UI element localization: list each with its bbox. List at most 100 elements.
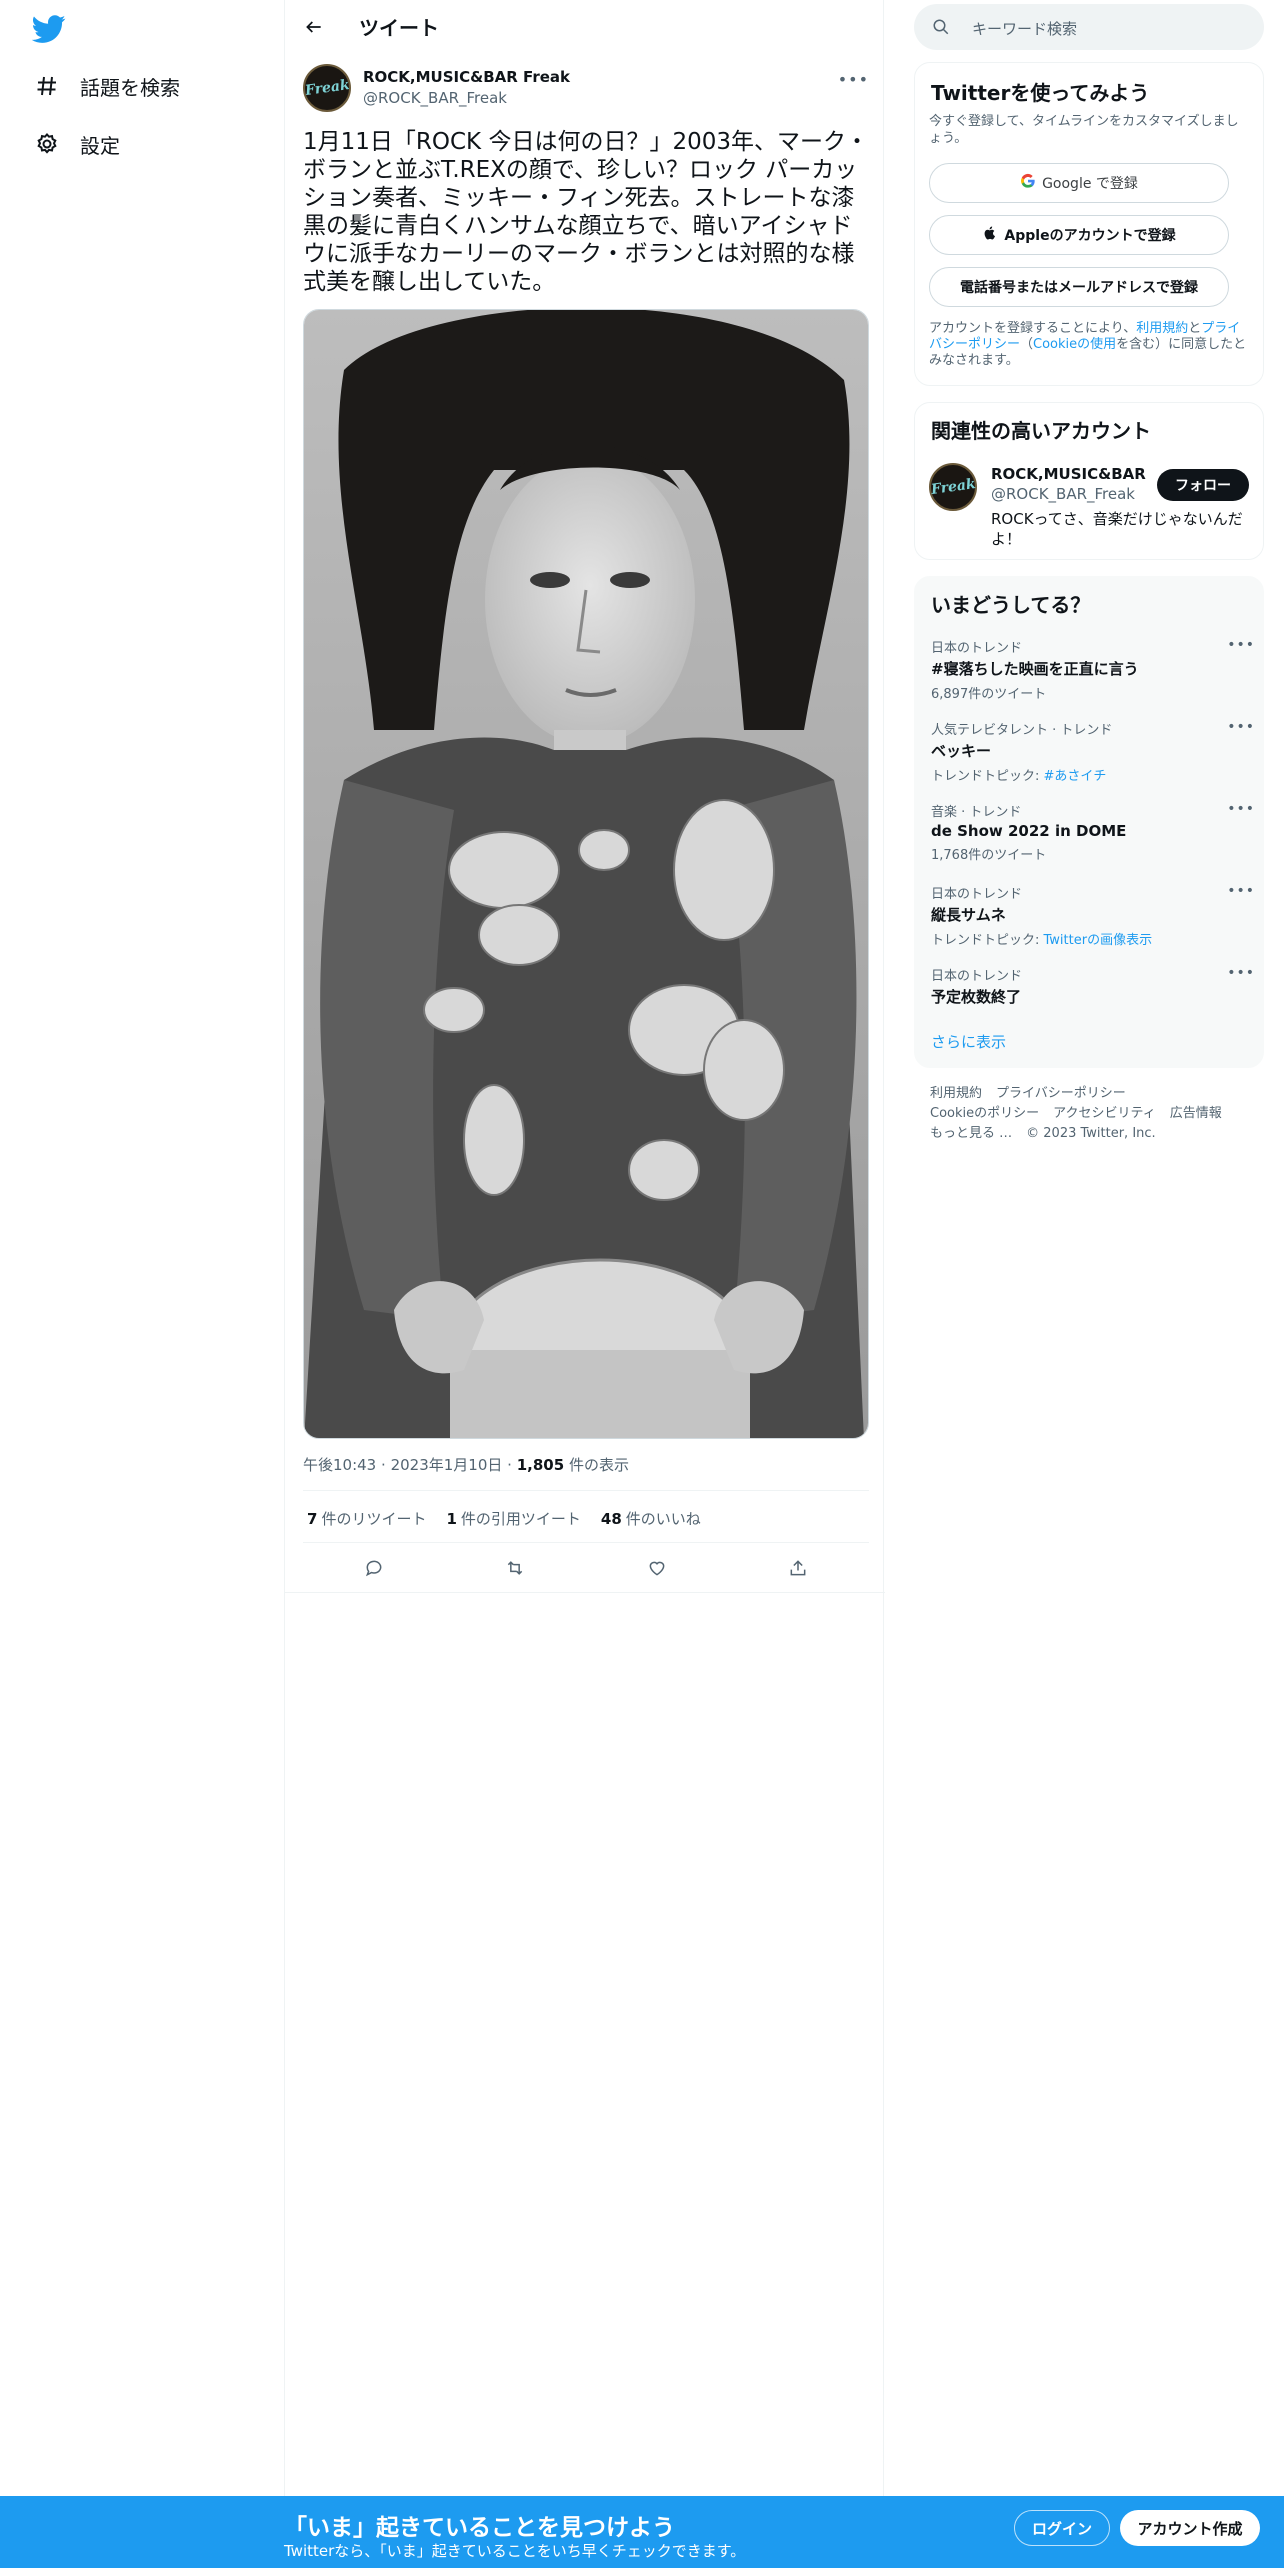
show-more-link[interactable]: さらに表示 [931, 1031, 1006, 1052]
main-column: ツイート Freak ROCK,MUSIC&BAR Freak @ROCK_BA… [284, 0, 885, 2500]
trends-card: いまどうしてる？ 日本のトレンド #寝落ちした映画を正直に言う 6,897件のツ… [914, 576, 1264, 1068]
author-name[interactable]: ROCK,MUSIC&BAR Freak [363, 68, 570, 86]
back-arrow-icon[interactable] [299, 12, 329, 42]
tweet-date[interactable]: 2023年1月10日 [391, 1456, 503, 1474]
footer-link-more[interactable]: もっと見る … [930, 1126, 1012, 1141]
trend-name: de Show 2022 in DOME [931, 822, 1127, 840]
avatar-logo-text: Freak [929, 475, 977, 499]
related-account-bio: ROCKってさ、音楽だけじゃないんだよ！ [991, 510, 1243, 548]
apple-signup-button[interactable]: Appleのアカウントで登録 [929, 215, 1229, 255]
tweet-text: 1月11日「ROCK 今日は何の日？」2003年、マーク・ボランと並ぶT.REX… [303, 129, 869, 295]
trend-name: #寝落ちした映画を正直に言う [931, 660, 1139, 678]
avatar-logo-text: Freak [303, 76, 351, 100]
login-button[interactable]: ログイン [1014, 2510, 1110, 2546]
trend-item[interactable]: 日本のトレンド #寝落ちした映画を正直に言う 6,897件のツイート ••• [931, 637, 1254, 702]
trend-context: 日本のトレンド [931, 969, 1023, 984]
footer-link-terms[interactable]: 利用規約 [930, 1086, 982, 1101]
signup-title: Twitterを使ってみよう [931, 81, 1150, 105]
apple-signup-label: Appleのアカウントで登録 [1004, 228, 1176, 244]
divider [303, 1542, 869, 1543]
google-signup-button[interactable]: Google で登録 [929, 163, 1229, 203]
hashtag-icon [34, 73, 60, 99]
like-heart-icon[interactable] [639, 1550, 675, 1586]
views-label: 件の表示 [568, 1456, 629, 1474]
more-options-icon[interactable]: ••• [1227, 637, 1255, 653]
search-icon [932, 18, 950, 40]
trend-topic-label: トレンドトピック: [931, 933, 1044, 948]
more-options-icon[interactable]: ••• [1227, 965, 1255, 981]
share-icon[interactable] [780, 1550, 816, 1586]
tweet-meta: 午後10:43 · 2023年1月10日 · 1,805 件の表示 [303, 1456, 629, 1474]
legal-text-1: アカウントを登録することにより、 [929, 321, 1137, 336]
footer-link-cookie[interactable]: Cookieのポリシー [930, 1106, 1039, 1121]
tweet-photo[interactable] [303, 309, 869, 1439]
follow-button[interactable]: フォロー [1157, 469, 1249, 501]
banner-subtitle: Twitterなら、「いま」起きていることをいち早くチェックできます。 [284, 2542, 746, 2560]
trend-item[interactable]: 日本のトレンド 縦長サムネ トレンドトピック: Twitterの画像表示 ••• [931, 883, 1254, 948]
left-nav: 話題を検索 設定 [0, 0, 284, 2568]
signup-legal-text: アカウントを登録することにより、利用規約とプライバシーポリシー（Cookieの使… [929, 321, 1251, 369]
nav-explore[interactable]: 話題を検索 [34, 66, 180, 106]
quotes-stat[interactable]: 1 件の引用ツイート [446, 1508, 580, 1529]
related-account-name[interactable]: ROCK,MUSIC&BAR ... [991, 465, 1151, 483]
google-signup-label: Google で登録 [1042, 176, 1138, 192]
footer-link-ads[interactable]: 広告情報 [1170, 1106, 1222, 1121]
page-header: ツイート [285, 0, 885, 53]
apple-icon [982, 225, 998, 245]
retweets-stat[interactable]: 7 件のリツイート [307, 1508, 426, 1529]
google-icon [1020, 173, 1036, 193]
trend-context: 日本のトレンド [931, 641, 1023, 656]
trend-topic: トレンドトピック: #あさイチ [931, 765, 1251, 784]
retweets-count: 7 [307, 1510, 318, 1528]
phone-email-signup-label: 電話番号またはメールアドレスで登録 [960, 280, 1198, 296]
gear-icon [34, 131, 60, 157]
cookie-link[interactable]: Cookieの使用 [1033, 337, 1116, 352]
trend-topic: トレンドトピック: Twitterの画像表示 [931, 929, 1251, 948]
search-box[interactable]: キーワード検索 [914, 4, 1264, 50]
phone-email-signup-button[interactable]: 電話番号またはメールアドレスで登録 [929, 267, 1229, 307]
footer-link-privacy[interactable]: プライバシーポリシー [996, 1086, 1126, 1101]
trend-count: 6,897件のツイート [931, 687, 1047, 702]
trend-topic-link[interactable]: Twitterの画像表示 [1044, 933, 1153, 948]
reply-icon[interactable] [356, 1550, 392, 1586]
tweet-stats: 7 件のリツイート 1 件の引用ツイート 48 件のいいね [307, 1508, 701, 1529]
avatar[interactable]: Freak [303, 64, 351, 112]
trend-item[interactable]: 日本のトレンド 予定枚数終了 ••• [931, 965, 1254, 1007]
more-options-icon[interactable]: ••• [1227, 719, 1255, 735]
trend-count: 1,768件のツイート [931, 848, 1047, 863]
likes-count: 48 [600, 1510, 622, 1528]
tweet-time[interactable]: 午後10:43 [303, 1456, 376, 1474]
create-account-button[interactable]: アカウント作成 [1120, 2510, 1260, 2546]
trend-name: 縦長サムネ [931, 906, 1006, 924]
footer-copyright: © 2023 Twitter, Inc. [1026, 1126, 1156, 1141]
divider [285, 1592, 885, 1593]
footer-links: 利用規約 プライバシーポリシー Cookieのポリシー アクセシビリティ 広告情報 も… [930, 1084, 1260, 1144]
trend-item[interactable]: 音楽 · トレンド de Show 2022 in DOME 1,768件のツイ… [931, 801, 1254, 863]
views-count: 1,805 [516, 1456, 565, 1474]
trends-title: いまどうしてる？ [931, 593, 1091, 617]
author-handle[interactable]: @ROCK_BAR_Freak [363, 89, 507, 107]
trend-item[interactable]: 人気テレビタレント · トレンド ベッキー トレンドトピック: #あさイチ ••… [931, 719, 1254, 784]
trend-context: 日本のトレンド [931, 887, 1023, 902]
more-options-icon[interactable]: ••• [838, 70, 869, 89]
likes-label: 件のいいね [625, 1510, 701, 1528]
related-account-handle[interactable]: @ROCK_BAR_Freak [991, 485, 1135, 503]
footer-link-accessibility[interactable]: アクセシビリティ [1053, 1106, 1156, 1121]
twitter-logo-icon[interactable] [31, 12, 66, 46]
retweets-label: 件のリツイート [321, 1510, 427, 1528]
trend-topic-label: トレンドトピック: [931, 769, 1044, 784]
likes-stat[interactable]: 48 件のいいね [601, 1508, 701, 1529]
retweet-icon[interactable] [497, 1550, 533, 1586]
trend-context: 音楽 · トレンド [931, 805, 1022, 820]
avatar[interactable]: Freak [929, 463, 977, 511]
nav-settings-label: 設定 [80, 133, 120, 158]
legal-text-3: （ [1020, 337, 1034, 352]
terms-link[interactable]: 利用規約 [1136, 321, 1188, 336]
more-options-icon[interactable]: ••• [1227, 883, 1255, 899]
tweet-author: Freak ROCK,MUSIC&BAR Freak @ROCK_BAR_Fre… [303, 64, 869, 114]
trend-topic-link[interactable]: #あさイチ [1044, 769, 1107, 784]
nav-settings[interactable]: 設定 [34, 124, 120, 164]
more-options-icon[interactable]: ••• [1227, 801, 1255, 817]
portrait-photo [304, 310, 868, 1438]
divider [303, 1490, 869, 1491]
